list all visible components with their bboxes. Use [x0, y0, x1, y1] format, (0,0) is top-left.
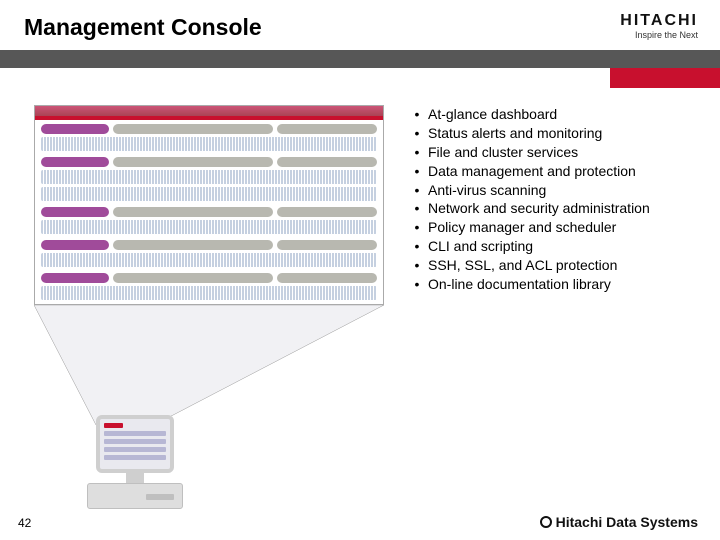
footer: 42 Hitachi Data Systems	[0, 506, 720, 530]
feature-bullets: At-glance dashboard Status alerts and mo…	[406, 105, 706, 294]
hitachi-logo-top: HITACHI Inspire the Next	[620, 12, 698, 40]
bullet-item: Anti-virus scanning	[406, 181, 706, 200]
logo-tagline: Inspire the Next	[620, 30, 698, 40]
bullet-item: SSH, SSL, and ACL protection	[406, 256, 706, 275]
mini-row	[104, 455, 166, 460]
thumb-header	[35, 106, 383, 120]
ring-icon	[540, 516, 552, 528]
thumb-bar	[113, 240, 273, 250]
bullet-item: CLI and scripting	[406, 237, 706, 256]
gray-stripe	[0, 50, 720, 68]
thumb-section-label	[41, 207, 109, 217]
bullet-item: On-line documentation library	[406, 275, 706, 294]
bullet-item: File and cluster services	[406, 143, 706, 162]
thumb-text-line	[41, 286, 377, 300]
thumb-bar	[277, 207, 377, 217]
mini-row	[104, 431, 166, 436]
slide-title: Management Console	[0, 0, 720, 41]
footer-logo: Hitachi Data Systems	[540, 514, 698, 530]
footer-logo-text: Hitachi Data Systems	[556, 514, 698, 530]
thumb-section-label	[41, 124, 109, 134]
console-screenshot-thumb	[34, 105, 384, 305]
bullet-item: Status alerts and monitoring	[406, 124, 706, 143]
bullet-item: Policy manager and scheduler	[406, 218, 706, 237]
thumb-bar	[113, 207, 273, 217]
thumb-bar	[277, 273, 377, 283]
monitor-screen	[96, 415, 174, 473]
bullet-item: Data management and protection	[406, 162, 706, 181]
thumb-section-label	[41, 240, 109, 250]
thumb-text-line	[41, 253, 377, 267]
thumb-bar	[113, 124, 273, 134]
thumb-section-label	[41, 157, 109, 167]
red-stripe	[610, 68, 720, 88]
thumb-bar	[277, 157, 377, 167]
thumb-text-line	[41, 170, 377, 184]
monitor-stand	[126, 473, 144, 483]
thumb-section-label	[41, 273, 109, 283]
bullet-list: At-glance dashboard Status alerts and mo…	[406, 105, 706, 294]
mini-accent	[104, 423, 123, 428]
thumb-bar	[277, 240, 377, 250]
thumb-bar	[113, 273, 273, 283]
thumb-text-line	[41, 137, 377, 151]
logo-text: HITACHI	[620, 12, 698, 30]
page-number: 42	[18, 516, 31, 530]
thumb-text-line	[41, 220, 377, 234]
bullet-item: Network and security administration	[406, 199, 706, 218]
mini-row	[104, 447, 166, 452]
slide: Management Console HITACHI Inspire the N…	[0, 0, 720, 540]
thumb-bar	[113, 157, 273, 167]
thumb-text-line	[41, 187, 377, 201]
thumb-body	[35, 120, 383, 304]
thumb-bar	[277, 124, 377, 134]
bullet-item: At-glance dashboard	[406, 105, 706, 124]
mini-row	[104, 439, 166, 444]
